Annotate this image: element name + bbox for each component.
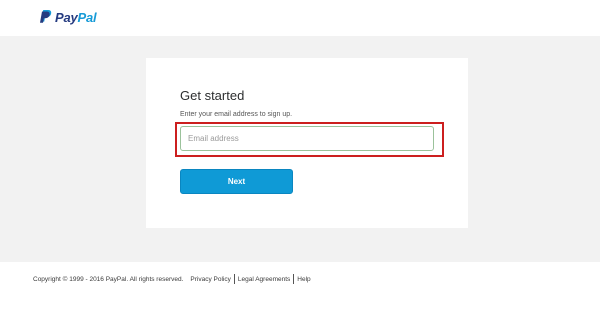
email-input[interactable] — [180, 126, 434, 151]
paypal-p-icon — [40, 10, 52, 23]
legal-agreements-link[interactable]: Legal Agreements — [238, 276, 290, 283]
copyright-text: Copyright © 1999 - 2016 PayPal. All righ… — [33, 275, 184, 283]
privacy-policy-link[interactable]: Privacy Policy — [190, 276, 230, 283]
logo-text-pal: Pal — [77, 9, 97, 25]
signup-instructions: Enter your email address to sign up. — [180, 111, 293, 118]
content-band: Get started Enter your email address to … — [0, 36, 600, 262]
logo-text-pay: Pay — [55, 9, 78, 25]
page-title: Get started — [180, 88, 245, 103]
footer: Copyright © 1999 - 2016 PayPal. All righ… — [33, 274, 311, 284]
header: PayPal — [0, 0, 600, 36]
footer-divider — [293, 274, 295, 284]
signup-card: Get started Enter your email address to … — [146, 58, 468, 228]
logo-wordmark: PayPal — [55, 9, 97, 25]
help-link[interactable]: Help — [297, 276, 310, 283]
footer-divider — [233, 274, 235, 284]
next-button[interactable]: Next — [180, 169, 293, 194]
paypal-logo[interactable]: PayPal — [39, 8, 97, 26]
